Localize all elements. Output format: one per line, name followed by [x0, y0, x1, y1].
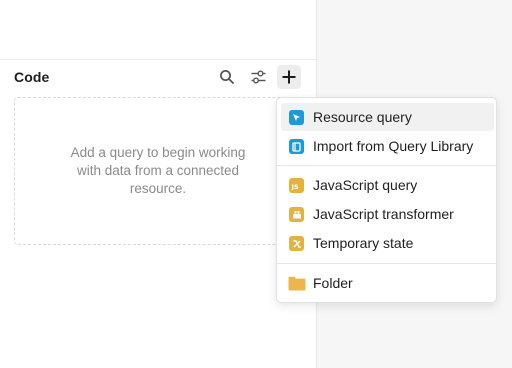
variable-icon — [289, 236, 304, 251]
code-panel: Code Add a query to begin working with d… — [0, 0, 317, 368]
plus-icon — [282, 70, 296, 84]
filter-button[interactable] — [246, 65, 270, 89]
menu-divider — [277, 165, 496, 166]
transformer-icon — [289, 207, 304, 222]
menu-item-label: Folder — [313, 275, 353, 291]
javascript-icon: JS — [289, 178, 304, 193]
resource-query-icon — [289, 110, 304, 125]
menu-item-javascript-query[interactable]: JS JavaScript query — [281, 171, 494, 199]
menu-item-label: JavaScript query — [313, 177, 418, 193]
menu-divider — [277, 263, 496, 264]
menu-item-import-query-library[interactable]: Import from Query Library — [281, 132, 494, 160]
menu-item-javascript-transformer[interactable]: JavaScript transformer — [281, 200, 494, 228]
empty-state-message: Add a query to begin working with data f… — [70, 145, 246, 196]
add-query-button[interactable] — [277, 65, 301, 89]
add-query-menu: Resource query Import from Query Library… — [276, 97, 497, 303]
menu-item-label: JavaScript transformer — [313, 206, 454, 222]
divider — [0, 59, 317, 60]
query-library-icon — [289, 139, 304, 154]
sliders-icon — [251, 70, 265, 84]
search-button[interactable] — [215, 65, 239, 89]
panel-title: Code — [14, 69, 50, 85]
menu-item-folder[interactable]: Folder — [281, 269, 494, 297]
folder-icon — [288, 275, 306, 291]
menu-item-resource-query[interactable]: Resource query — [281, 103, 494, 131]
svg-text:JS: JS — [291, 183, 299, 190]
menu-item-label: Resource query — [313, 109, 412, 125]
menu-item-label: Import from Query Library — [313, 138, 474, 154]
menu-item-label: Temporary state — [313, 235, 414, 251]
menu-item-temporary-state[interactable]: Temporary state — [281, 229, 494, 257]
search-icon — [220, 70, 234, 84]
